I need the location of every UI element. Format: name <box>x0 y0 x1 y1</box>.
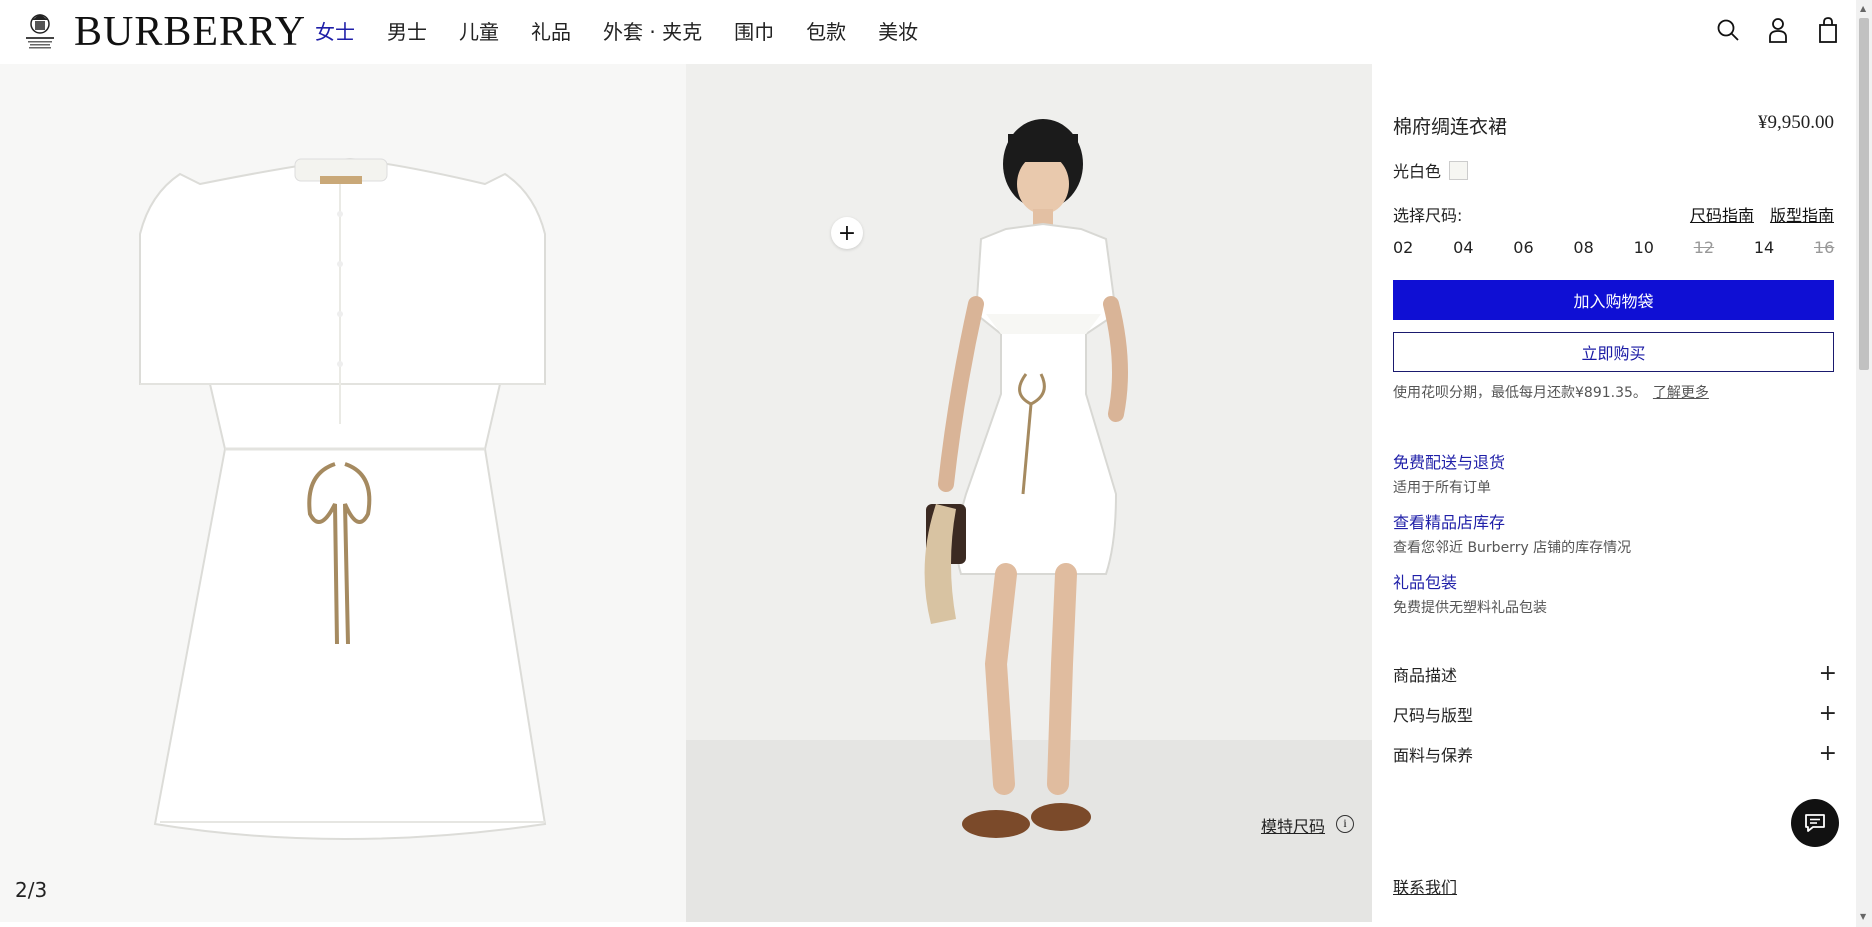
service-subtitle: 查看您邻近 Burberry 店铺的库存情况 <box>1393 540 1632 556</box>
scroll-down-arrow-icon[interactable]: ▼ <box>1860 912 1866 921</box>
size-option-04[interactable]: 04 <box>1453 238 1473 257</box>
scroll-up-arrow-icon[interactable]: ▲ <box>1860 4 1866 13</box>
nav-item-beauty[interactable]: 美妆 <box>878 18 918 46</box>
size-option-16[interactable]: 16 <box>1814 238 1834 257</box>
header-actions <box>1716 16 1840 44</box>
installment-info: 使用花呗分期，最低每月还款¥891.35。 了解更多 <box>1393 382 1709 402</box>
info-icon[interactable]: i <box>1336 815 1354 833</box>
accordion-description[interactable]: 商品描述 + <box>1393 662 1837 686</box>
accordion-fabric-care[interactable]: 面料与保养 + <box>1393 742 1837 766</box>
color-swatch[interactable] <box>1449 160 1469 180</box>
scroll-thumb[interactable] <box>1859 18 1869 370</box>
shopping-bag-icon[interactable] <box>1816 16 1840 44</box>
color-selector: 光白色 <box>1393 158 1469 182</box>
accordion-label: 面料与保养 <box>1393 746 1474 765</box>
plus-icon: + <box>1818 741 1837 766</box>
guide-links: 尺码指南 版型指南 <box>1690 202 1834 226</box>
nav-item-gifts[interactable]: 礼品 <box>531 18 571 46</box>
size-guide-link[interactable]: 尺码指南 <box>1690 202 1754 226</box>
contact-us-link[interactable]: 联系我们 <box>1393 874 1457 898</box>
product-image-model[interactable] <box>686 64 1372 922</box>
nav-item-scarves[interactable]: 围巾 <box>734 18 774 46</box>
installment-text: 使用花呗分期，最低每月还款¥891.35。 <box>1393 385 1647 401</box>
search-icon[interactable] <box>1716 16 1740 44</box>
brand-logo[interactable]: BURBERRY <box>74 10 306 54</box>
size-option-10[interactable]: 10 <box>1634 238 1654 257</box>
service-subtitle: 免费提供无塑料礼品包装 <box>1393 600 1547 616</box>
size-option-02[interactable]: 02 <box>1393 238 1413 257</box>
accordion-size-fit[interactable]: 尺码与版型 + <box>1393 702 1837 726</box>
accordion-label: 尺码与版型 <box>1393 706 1474 725</box>
buy-now-button[interactable]: 立即购买 <box>1393 332 1834 372</box>
service-gift-wrap: 礼品包装 免费提供无塑料礼品包装 <box>1393 569 1547 617</box>
product-gallery: 2/3 <box>0 64 1372 927</box>
plus-icon: + <box>1818 701 1837 726</box>
image-counter: 2/3 <box>15 878 48 902</box>
size-option-08[interactable]: 08 <box>1573 238 1593 257</box>
plus-icon: + <box>1818 661 1837 686</box>
service-store-stock: 查看精品店库存 查看您邻近 Burberry 店铺的库存情况 <box>1393 509 1631 557</box>
account-icon[interactable] <box>1766 16 1790 44</box>
fit-guide-link[interactable]: 版型指南 <box>1770 202 1834 226</box>
learn-more-link[interactable]: 了解更多 <box>1653 385 1709 401</box>
royal-warrant-crest-icon <box>20 10 60 54</box>
size-option-06[interactable]: 06 <box>1513 238 1533 257</box>
nav-item-women[interactable]: 女士 <box>315 18 355 46</box>
zoom-plus-icon[interactable]: + <box>831 217 863 249</box>
product-title: 棉府绸连衣裙 <box>1393 116 1508 138</box>
main-nav: 女士 男士 儿童 礼品 外套 · 夹克 围巾 包款 美妆 <box>315 18 950 46</box>
product-image-flat[interactable] <box>0 64 686 922</box>
accordion-label: 商品描述 <box>1393 666 1458 685</box>
nav-item-children[interactable]: 儿童 <box>459 18 499 46</box>
nav-item-bags[interactable]: 包款 <box>806 18 846 46</box>
service-title[interactable]: 礼品包装 <box>1393 569 1547 593</box>
size-select-label: 选择尺码: <box>1393 206 1463 225</box>
size-options: 02 04 06 08 10 12 14 16 <box>1393 238 1834 257</box>
service-title[interactable]: 查看精品店库存 <box>1393 509 1631 533</box>
page-scrollbar[interactable]: ▲ ▼ <box>1856 0 1872 927</box>
product-price: ¥9,950.00 <box>1758 112 1834 133</box>
service-subtitle: 适用于所有订单 <box>1393 480 1491 496</box>
add-to-bag-button[interactable]: 加入购物袋 <box>1393 280 1834 320</box>
product-details-panel: 棉府绸连衣裙 ¥9,950.00 光白色 选择尺码: 尺码指南 版型指南 02 … <box>1372 64 1856 927</box>
chat-icon[interactable] <box>1791 799 1839 847</box>
model-size-link[interactable]: 模特尺码 <box>1261 813 1325 837</box>
nav-item-outerwear[interactable]: 外套 · 夹克 <box>603 18 702 46</box>
nav-item-men[interactable]: 男士 <box>387 18 427 46</box>
site-header: BURBERRY 女士 男士 儿童 礼品 外套 · 夹克 围巾 包款 美妆 <box>0 0 1856 64</box>
size-option-12[interactable]: 12 <box>1694 238 1714 257</box>
service-free-shipping: 免费配送与退货 适用于所有订单 <box>1393 449 1505 497</box>
color-name: 光白色 <box>1393 162 1442 181</box>
service-title[interactable]: 免费配送与退货 <box>1393 449 1505 473</box>
size-option-14[interactable]: 14 <box>1754 238 1774 257</box>
